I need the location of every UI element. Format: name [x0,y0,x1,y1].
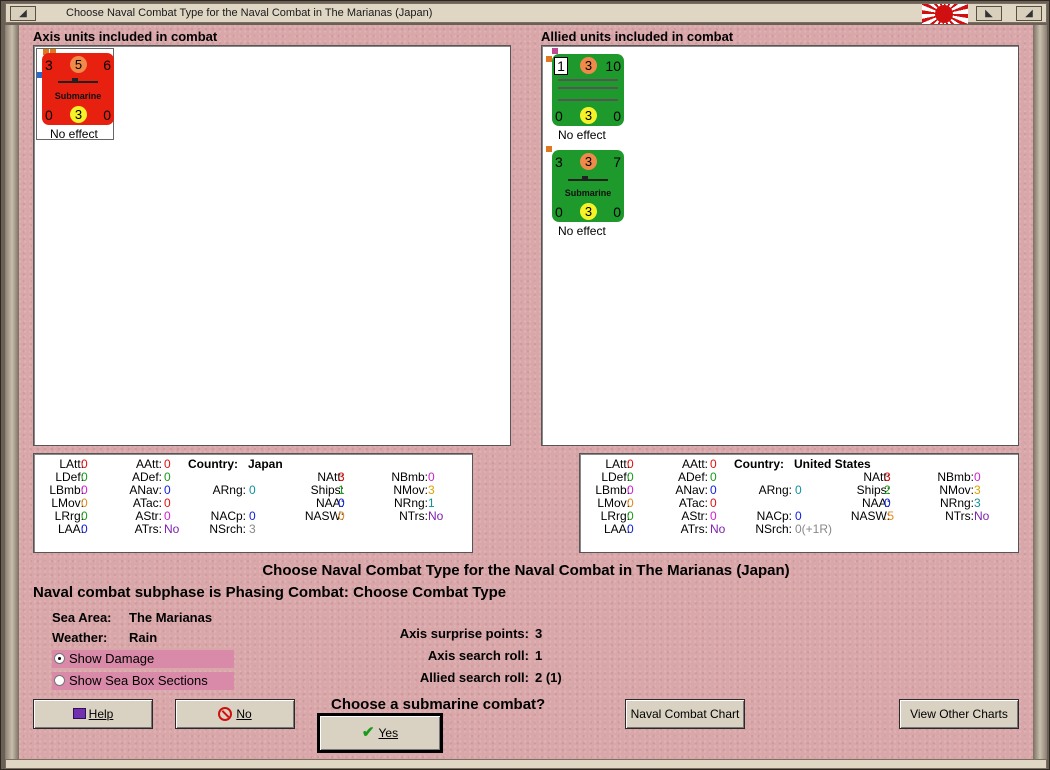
right-rail [1033,25,1047,759]
unit-marker-icon [546,146,552,152]
show-sea-box-radio[interactable] [54,675,65,686]
submarine-counter: 3 3 7 Submarine 0 3 0 [552,150,624,222]
ship-silhouette-icon [558,87,618,89]
sea-area-value: The Marianas [129,610,213,625]
axis-latt: 0 [81,457,88,471]
left-rail [5,25,19,759]
carrier-counter: 1 3 10 0 3 0 [552,54,624,126]
conning-tower-icon [72,78,78,81]
yes-button[interactable]: ✔ Yes [317,713,443,753]
book-icon [72,708,86,719]
ship-silhouette-icon [558,79,618,81]
allied-unit-effect: No effect [558,224,606,238]
help-button[interactable]: Help [33,699,153,729]
allied-unit-card[interactable]: 3 3 7 Submarine 0 3 0 No effect [544,144,624,238]
allied-search-roll: 2 (1) [535,670,562,685]
allied-stats-panel: LAtt: 0 LDef: 0 LBmb: 0 LMov: 0 LRrg: 0 LAA: 0… [579,453,1019,553]
allied-unit-effect: No effect [558,128,606,142]
no-button[interactable]: No [175,699,295,729]
ship-silhouette-icon [558,99,618,101]
window-frame: ◢ Choose Naval Combat Type for the Naval… [0,0,1050,770]
question-text: Choose a submarine combat? [331,696,546,713]
allied-latt: 0 [627,457,634,471]
title-bar: ◢ Choose Naval Combat Type for the Naval… [5,3,1047,24]
axis-units-panel[interactable]: 3 5 6 Submarine 0 3 0 No effect [33,45,511,446]
naval-combat-chart-button[interactable]: Naval Combat Chart [625,699,745,729]
submarine-counter: 3 5 6 Submarine 0 3 0 [42,53,114,125]
allied-units-panel[interactable]: 1 3 10 0 3 0 No effect 3 3 7 Submarine 0… [541,45,1019,446]
dialog-content: Axis units included in combat 3 5 6 Subm… [19,25,1033,759]
axis-stats-panel: LAtt: 0 LDef: 0 LBmb: 0 LMov: 0 LRrg: 0 LAA: 0… [33,453,473,553]
conning-tower-icon [582,176,588,179]
axis-country: Japan [248,457,283,471]
allied-country: United States [794,457,871,471]
axis-unit-effect: No effect [50,127,98,141]
main-heading: Choose Naval Combat Type for the Naval C… [262,562,790,579]
system-menu-button[interactable]: ◢ [10,6,36,21]
status-bar [5,759,1047,769]
allied-unit-card[interactable]: 1 3 10 0 3 0 No effect [544,48,624,142]
axis-heading: Axis units included in combat [33,29,218,44]
axis-unit-card[interactable]: 3 5 6 Submarine 0 3 0 No effect [36,48,114,141]
japan-flag-icon [922,4,968,24]
surprise-points: 3 [535,626,543,641]
collapse-button[interactable]: ◣ [976,6,1002,21]
subphase-text: Naval combat subphase is Phasing Combat:… [33,584,507,601]
axis-search-roll: 1 [535,648,543,663]
weather-value: Rain [129,630,158,645]
allied-heading: Allied units included in combat [541,29,734,44]
close-button[interactable]: ◢ [1016,6,1042,21]
window-title: Choose Naval Combat Type for the Naval C… [66,7,433,19]
checkmark-icon: ✔ [361,724,375,741]
no-icon [218,707,233,721]
submarine-silhouette-icon [58,81,98,83]
show-sea-box-option[interactable]: Show Sea Box Sections [52,672,234,690]
submarine-silhouette-icon [568,179,608,181]
view-other-charts-button[interactable]: View Other Charts [899,699,1019,729]
show-damage-option[interactable]: Show Damage [52,650,234,668]
show-damage-radio[interactable] [54,653,65,664]
